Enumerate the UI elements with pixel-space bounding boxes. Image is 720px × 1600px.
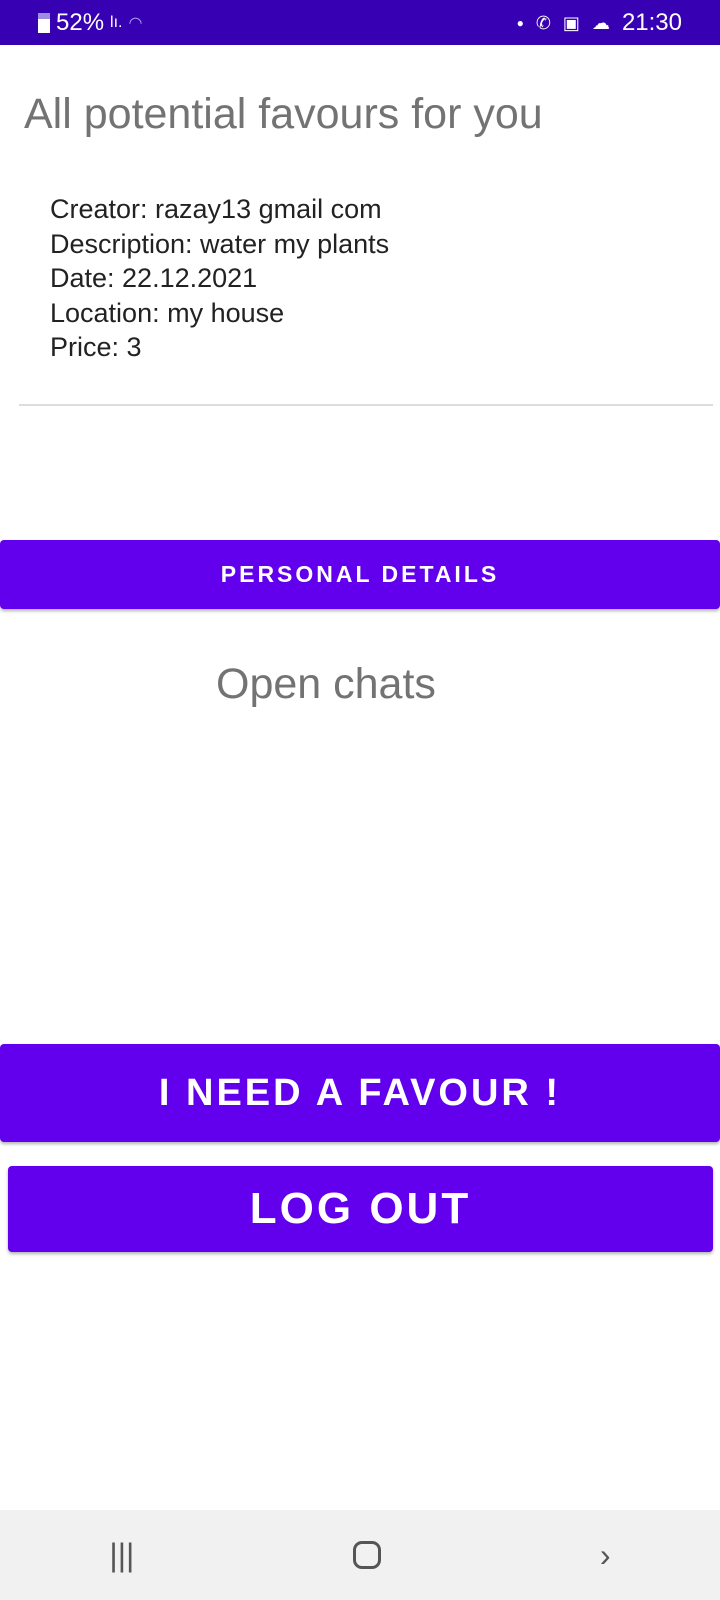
home-icon[interactable]	[353, 1541, 382, 1569]
open-chats-title: Open chats	[216, 660, 436, 708]
clock: 21:30	[621, 9, 682, 36]
favour-list-item[interactable]: Creator: razay13 gmail com Description: …	[50, 192, 389, 365]
favour-description: Description: water my plants	[50, 228, 390, 259]
signal-icon: lı.	[110, 14, 123, 31]
favour-price: Price: 3	[50, 332, 142, 362]
status-bar: 52% lı. ◠ ● ✆ ▣ ☁ 21:30	[0, 0, 720, 45]
page-title: All potential favours for you	[24, 90, 543, 138]
wifi-icon: ◠	[128, 15, 143, 32]
call-icon: ✆	[535, 12, 551, 33]
notification-dot-icon: ●	[516, 16, 524, 30]
cloud-icon: ☁	[591, 12, 610, 33]
favour-date: Date: 22.12.2021	[50, 263, 258, 293]
image-icon: ▣	[562, 12, 580, 33]
navigation-bar: ||| ›	[0, 1510, 720, 1600]
recent-apps-icon[interactable]: |||	[109, 1537, 134, 1574]
favour-creator: Creator: razay13 gmail com	[50, 194, 382, 224]
back-icon[interactable]: ›	[600, 1537, 611, 1574]
list-divider	[19, 404, 713, 406]
battery-level: 52%	[56, 9, 105, 36]
favour-location: Location: my house	[50, 297, 285, 328]
personal-details-button[interactable]: PERSONAL DETAILS	[0, 540, 720, 609]
need-favour-button[interactable]: I NEED A FAVOUR !	[0, 1044, 720, 1142]
battery-icon	[38, 13, 50, 33]
log-out-button[interactable]: LOG OUT	[8, 1166, 713, 1252]
